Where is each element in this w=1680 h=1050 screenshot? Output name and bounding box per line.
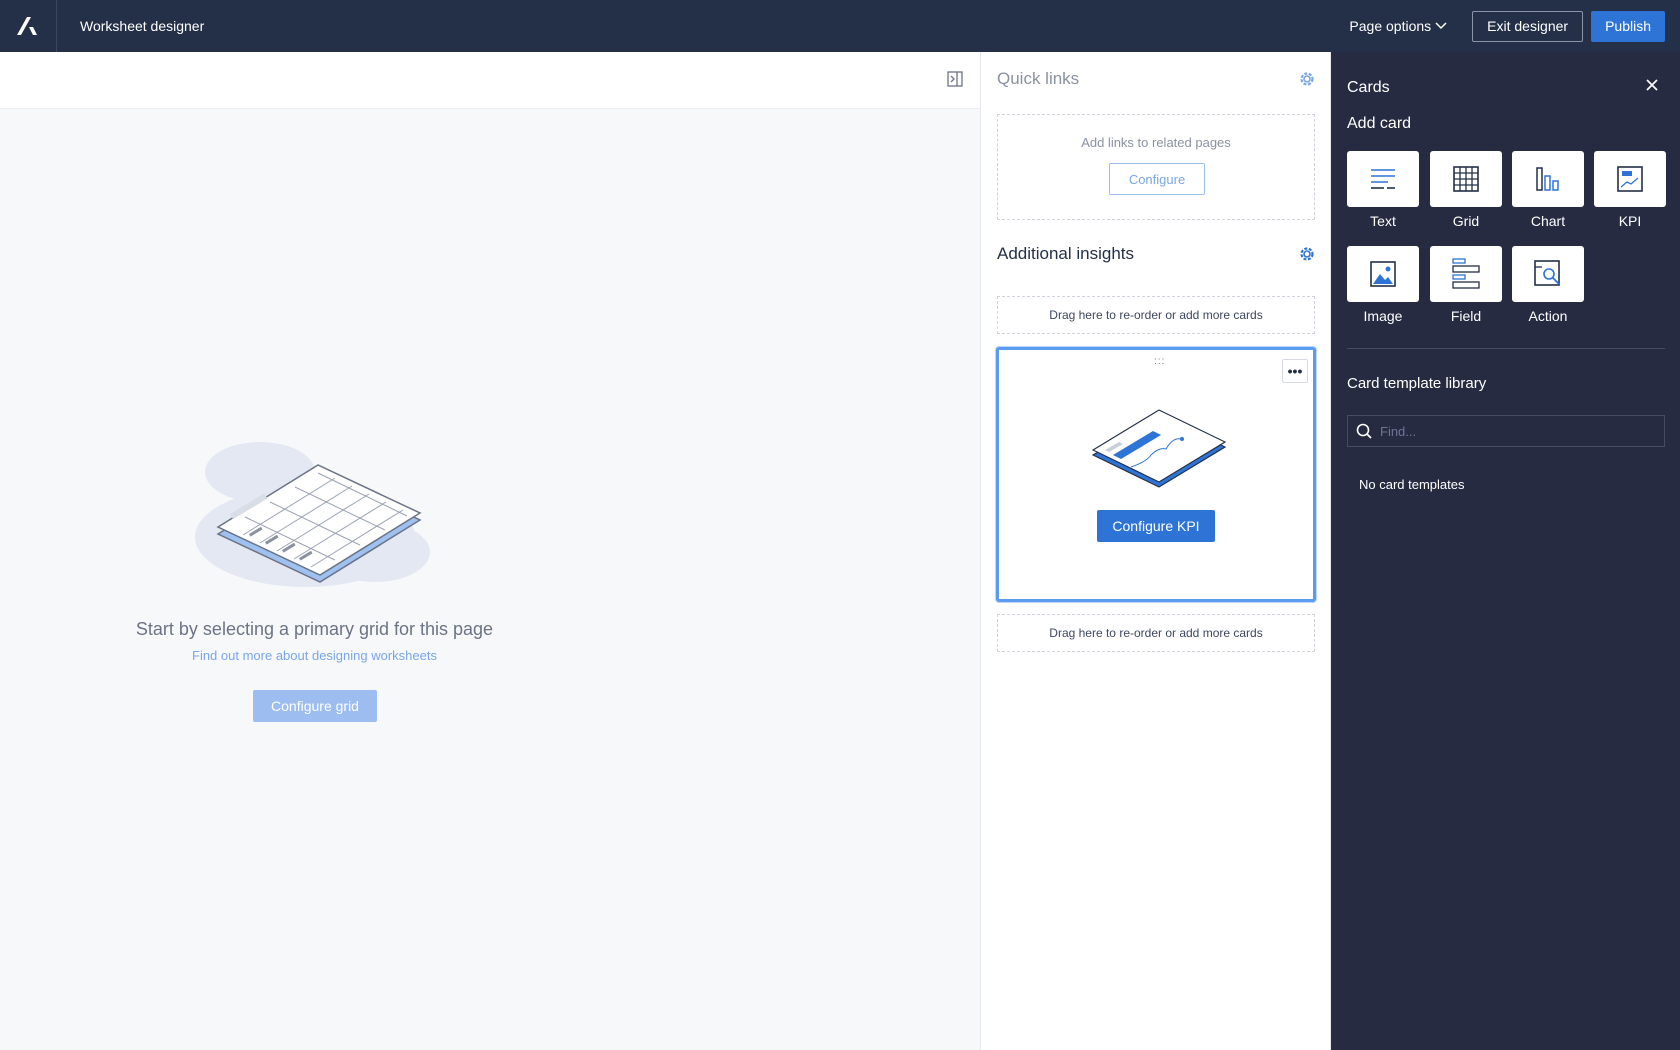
close-icon[interactable] <box>1645 78 1659 92</box>
canvas-header <box>0 52 980 109</box>
tile-box <box>1512 151 1584 207</box>
tile-label: Action <box>1528 308 1568 324</box>
cards-panel: Cards Add card Text Grid Chart KPI Image… <box>1331 52 1680 1050</box>
card-tile-kpi[interactable]: KPI <box>1594 151 1666 229</box>
tile-box <box>1430 246 1502 302</box>
grid-illustration <box>195 442 430 587</box>
tile-label: KPI <box>1618 213 1642 229</box>
designing-worksheets-link[interactable]: Find out more about designing worksheets <box>0 648 629 663</box>
kpi-illustration <box>1091 409 1227 488</box>
tile-box <box>1347 246 1419 302</box>
kpi-card[interactable]: ::: ••• Configure KPI <box>996 347 1316 602</box>
tile-box <box>1512 246 1584 302</box>
card-tile-image[interactable]: Image <box>1347 246 1419 324</box>
field-icon <box>1452 258 1480 289</box>
quick-links-title: Quick links <box>997 69 1080 88</box>
card-tile-text[interactable]: Text <box>1347 151 1419 229</box>
tile-label: Text <box>1370 213 1396 229</box>
tile-label: Chart <box>1530 213 1566 229</box>
drag-handle-icon[interactable]: ::: <box>1154 356 1165 367</box>
tile-box <box>1594 151 1666 207</box>
drop-zone-bottom[interactable]: Drag here to re-order or add more cards <box>997 614 1315 652</box>
grid-icon <box>1453 166 1479 192</box>
kpi-icon <box>1617 166 1643 192</box>
bar-chart-icon <box>1536 167 1559 191</box>
top-bar: Worksheet designer Page options Exit des… <box>0 0 1680 52</box>
template-search <box>1347 415 1665 447</box>
divider <box>1347 348 1665 349</box>
configure-grid-button[interactable]: Configure grid <box>253 690 377 722</box>
image-icon <box>1370 261 1396 287</box>
collapse-panel-icon[interactable] <box>947 71 963 87</box>
card-tile-field[interactable]: Field <box>1430 246 1502 324</box>
page-options-label: Page options <box>1349 18 1432 34</box>
tile-box <box>1347 151 1419 207</box>
quick-links-configure-button[interactable]: Configure <box>1109 163 1205 195</box>
configure-kpi-button[interactable]: Configure KPI <box>1097 510 1215 542</box>
drop-zone-top[interactable]: Drag here to re-order or add more cards <box>997 296 1315 334</box>
exit-designer-button[interactable]: Exit designer <box>1472 10 1584 42</box>
chevron-down-icon <box>1435 22 1447 30</box>
text-lines-icon <box>1371 169 1395 189</box>
tile-label: Field <box>1450 308 1482 324</box>
template-search-input[interactable] <box>1380 423 1650 439</box>
logo-icon <box>17 17 37 35</box>
action-icon <box>1534 260 1560 286</box>
tile-label: Image <box>1363 308 1403 324</box>
card-template-library-heading: Card template library <box>1347 375 1487 392</box>
card-tile-chart[interactable]: Chart <box>1512 151 1584 229</box>
quick-links-hint: Add links to related pages <box>1081 135 1231 150</box>
search-icon <box>1356 423 1372 439</box>
quick-links-settings-icon[interactable] <box>1298 70 1316 88</box>
no-templates-message: No card templates <box>1359 477 1465 492</box>
card-more-button[interactable]: ••• <box>1282 359 1308 383</box>
card-tile-action[interactable]: Action <box>1512 246 1584 324</box>
empty-state-title: Start by selecting a primary grid for th… <box>135 619 494 639</box>
add-card-heading: Add card <box>1347 115 1412 132</box>
card-tile-grid[interactable]: Grid <box>1430 151 1502 229</box>
insights-settings-icon[interactable] <box>1298 245 1316 263</box>
app-logo[interactable] <box>0 0 57 52</box>
tile-box <box>1430 151 1502 207</box>
worksheet-canvas: Start by selecting a primary grid for th… <box>0 52 980 1050</box>
additional-insights-title: Additional insights <box>997 244 1135 263</box>
publish-button[interactable]: Publish <box>1591 10 1665 42</box>
page-options-menu[interactable]: Page options <box>1349 18 1447 34</box>
cards-panel-title: Cards <box>1347 79 1390 96</box>
app-title: Worksheet designer <box>80 18 205 34</box>
quick-links-box: Add links to related pages Configure <box>997 114 1315 220</box>
side-cards-panel: Quick links Add links to related pages C… <box>980 52 1331 1050</box>
tile-label: Grid <box>1452 213 1480 229</box>
header-actions: Page options Exit designer Publish <box>1349 10 1680 42</box>
